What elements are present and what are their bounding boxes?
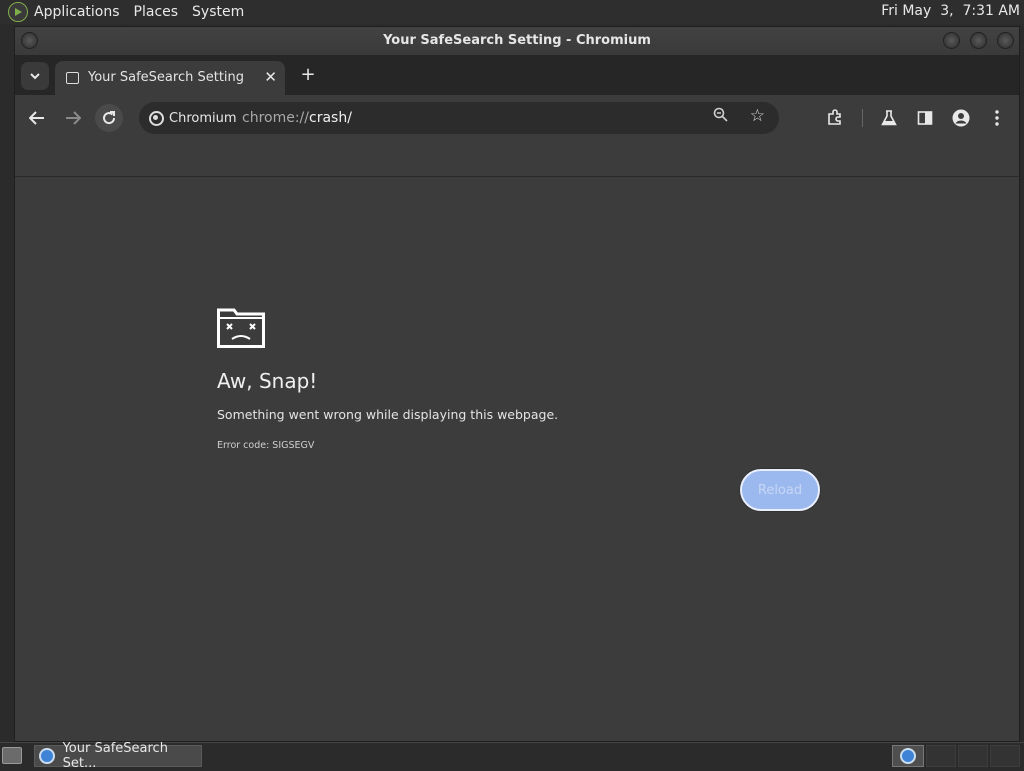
extensions-button[interactable] <box>821 104 849 132</box>
url-scheme: chrome:// <box>242 110 309 126</box>
site-info-chip[interactable]: Chromium <box>145 106 245 130</box>
toolbar: Chromium chrome://crash/ ☆ <box>15 95 1019 141</box>
side-panel-button[interactable] <box>911 104 939 132</box>
window-title: Your SafeSearch Setting - Chromium <box>383 33 651 48</box>
error-message: Something went wrong while displaying th… <box>217 407 559 422</box>
window-titlebar[interactable]: Your SafeSearch Setting - Chromium <box>15 27 1019 55</box>
forward-button[interactable] <box>59 104 87 132</box>
tab-close-icon[interactable]: ✕ <box>264 68 277 86</box>
sad-page-favicon-icon <box>66 72 79 84</box>
menu-system[interactable]: System <box>192 4 244 20</box>
toolbar-separator <box>862 109 863 127</box>
profile-button[interactable] <box>947 104 975 132</box>
chevron-down-icon <box>30 73 40 80</box>
url-text[interactable]: chrome://crash/ <box>242 110 352 126</box>
chromium-icon <box>149 110 164 126</box>
browser-window: Your SafeSearch Setting - Chromium Your … <box>14 26 1020 742</box>
distro-logo-icon[interactable] <box>8 2 28 22</box>
reload-icon <box>103 111 116 125</box>
reload-button[interactable] <box>95 104 123 132</box>
chromium-icon <box>900 748 916 764</box>
zoom-icon[interactable] <box>713 107 729 127</box>
forward-arrow-icon <box>66 111 81 125</box>
labs-button[interactable] <box>875 104 903 132</box>
puzzle-icon <box>828 109 841 125</box>
toolbar-lower-area <box>15 141 1019 177</box>
new-tab-button[interactable]: + <box>297 64 319 86</box>
star-icon[interactable]: ☆ <box>750 106 765 126</box>
reload-page-button[interactable]: Reload <box>740 469 820 511</box>
kebab-menu-icon <box>995 110 999 126</box>
top-panel: Applications Places System Fri May 3, 7:… <box>0 0 1024 24</box>
tab-title: Your SafeSearch Setting <box>88 70 245 85</box>
minimize-button[interactable] <box>943 32 960 49</box>
workspace-3[interactable] <box>958 745 988 767</box>
show-desktop-icon[interactable] <box>2 747 22 764</box>
close-window-button[interactable] <box>997 32 1014 49</box>
url-path: crash/ <box>309 110 352 126</box>
site-chip-label: Chromium <box>169 110 237 126</box>
workspace-2[interactable] <box>926 745 956 767</box>
back-button[interactable] <box>23 104 51 132</box>
flask-icon <box>881 110 897 126</box>
profile-icon <box>952 109 970 127</box>
taskbar-window-label: Your SafeSearch Set... <box>62 741 168 771</box>
tab-search-button[interactable] <box>21 62 49 90</box>
error-heading: Aw, Snap! <box>217 369 318 393</box>
main-menu-button[interactable] <box>983 104 1011 132</box>
window-menu-button[interactable] <box>21 32 38 49</box>
taskbar: Your SafeSearch Set... <box>0 741 1024 771</box>
sad-tab-icon <box>217 308 265 348</box>
omnibox[interactable]: Chromium chrome://crash/ ☆ <box>139 102 779 134</box>
menu-places[interactable]: Places <box>134 4 179 20</box>
side-panel-icon <box>917 111 933 125</box>
chromium-icon <box>39 748 55 764</box>
error-code: Error code: SIGSEGV <box>217 440 315 451</box>
menu-applications[interactable]: Applications <box>34 4 120 20</box>
page-content: Aw, Snap! Something went wrong while dis… <box>15 178 1019 741</box>
taskbar-window-button[interactable]: Your SafeSearch Set... <box>34 741 202 771</box>
tab-active[interactable]: Your SafeSearch Setting ✕ <box>55 61 285 95</box>
back-arrow-icon <box>29 111 44 125</box>
workspace-4[interactable] <box>990 745 1020 767</box>
workspace-switcher-active[interactable] <box>892 745 924 767</box>
clock[interactable]: Fri May 3, 7:31 AM <box>881 3 1020 19</box>
tab-strip: Your SafeSearch Setting ✕ + <box>15 55 1019 95</box>
maximize-button[interactable] <box>970 32 987 49</box>
